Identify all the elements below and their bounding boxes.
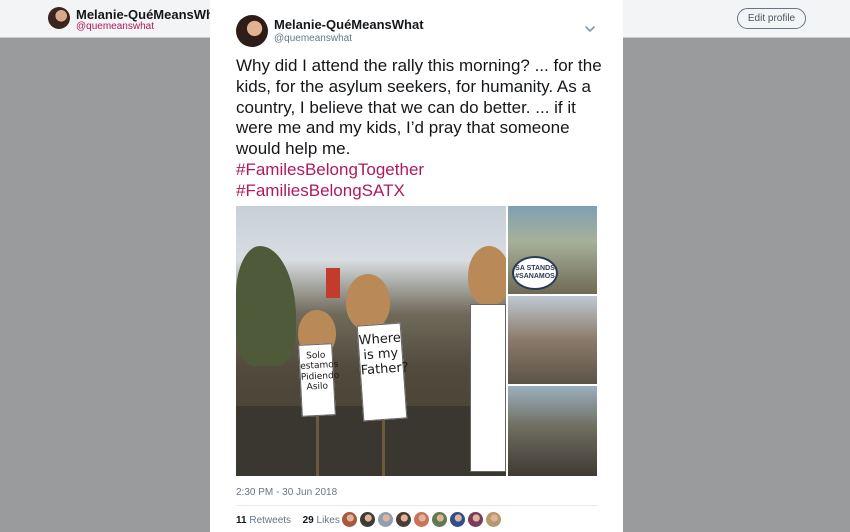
- retweets-count[interactable]: 11: [236, 515, 247, 526]
- liker-avatars: [342, 512, 504, 528]
- liker-avatar[interactable]: [342, 512, 357, 527]
- tweet-card: Melanie-QuéMeansWhat @quemeanswhat Why d…: [210, 0, 623, 532]
- photo-sign-pole: [316, 416, 319, 476]
- tweet-photo-2[interactable]: SA STANDS #SANAMOS: [508, 206, 597, 294]
- liker-avatar[interactable]: [360, 512, 375, 527]
- tweet-timestamp[interactable]: 2:30 PM - 30 Jun 2018: [236, 487, 337, 498]
- profile-avatar[interactable]: [48, 7, 70, 29]
- tweet-photo-main[interactable]: Where is my Father? Solo estamos Pidiend…: [236, 206, 506, 476]
- photo-sign: Where is my Father?: [356, 322, 409, 422]
- tweet-photo-4[interactable]: [508, 386, 597, 476]
- liker-avatar[interactable]: [432, 512, 447, 527]
- liker-avatar[interactable]: [396, 512, 411, 527]
- liker-avatar[interactable]: [468, 512, 483, 527]
- photo-sign: [470, 304, 506, 472]
- profile-name: Melanie-QuéMeansWhat: [76, 7, 226, 22]
- tweet-stats: 11 Retweets 29 Likes: [236, 515, 340, 526]
- liker-avatar[interactable]: [450, 512, 465, 527]
- avatar[interactable]: [236, 15, 268, 47]
- likes-label[interactable]: Likes: [317, 515, 340, 526]
- photo-tree: [236, 246, 296, 366]
- tweet-body: Why did I attend the rally this morning?…: [236, 56, 602, 159]
- chevron-down-icon[interactable]: [583, 22, 597, 36]
- edit-profile-button[interactable]: Edit profile: [737, 8, 806, 29]
- liker-avatar[interactable]: [378, 512, 393, 527]
- likes-count[interactable]: 29: [303, 515, 314, 526]
- hashtag-link[interactable]: #FamilesBelongTogether: [236, 160, 606, 181]
- hashtag-link[interactable]: #FamiliesBelongSATX: [236, 181, 606, 202]
- author-name[interactable]: Melanie-QuéMeansWhat: [274, 17, 424, 32]
- photo-flag: [326, 268, 340, 298]
- liker-avatar[interactable]: [414, 512, 429, 527]
- profile-handle: @quemeanswhat: [76, 21, 154, 32]
- divider: [236, 505, 598, 506]
- photo-badge-sign: SA STANDS #SANAMOS: [512, 256, 558, 290]
- photo-cutout-figure: [468, 246, 506, 306]
- retweets-label[interactable]: Retweets: [249, 515, 291, 526]
- tweet-text: Why did I attend the rally this morning?…: [236, 56, 606, 202]
- photo-sign-pole: [382, 420, 385, 476]
- photo-sign: Solo estamos Pidiendo Asilo: [298, 343, 339, 417]
- liker-avatar[interactable]: [486, 512, 501, 527]
- author-handle: @quemeanswhat: [274, 33, 352, 44]
- tweet-photo-3[interactable]: [508, 296, 597, 384]
- photo-cutout-figure: [346, 274, 390, 330]
